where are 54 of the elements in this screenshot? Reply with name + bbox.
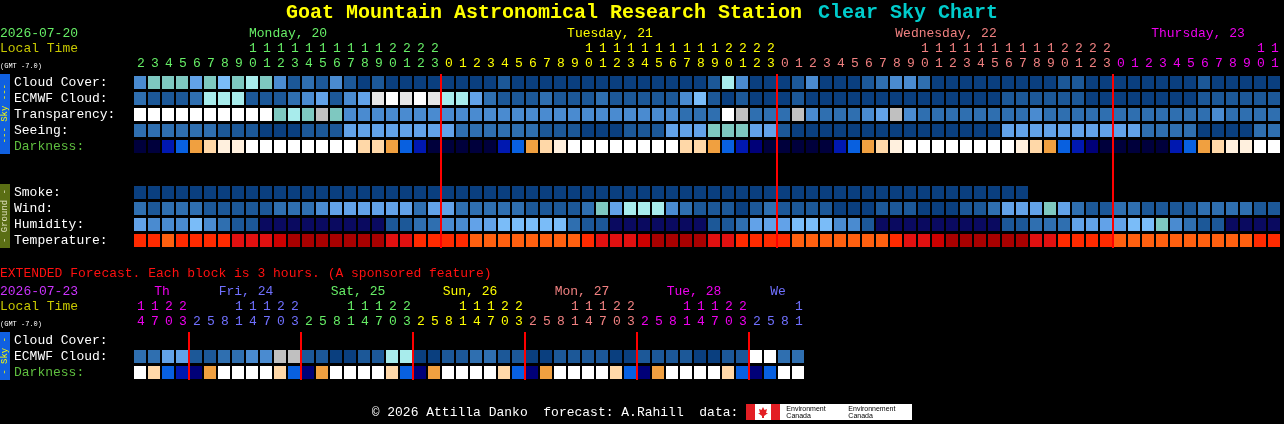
row-label: Transparency:: [14, 106, 117, 122]
row-label: Darkness:: [14, 364, 86, 380]
hour-tens: 11122: [683, 299, 753, 314]
row-label: Humidity:: [14, 216, 86, 232]
day-label: Thursday, 23: [1151, 26, 1245, 41]
day-label: Tue, 28: [666, 284, 722, 299]
station-title: Goat Mountain Astronomical Research Station: [285, 0, 803, 26]
day-label: Sun, 26: [442, 284, 498, 299]
row-label: ECMWF Cloud:: [14, 90, 109, 106]
row-label: Cloud Cover:: [14, 74, 109, 90]
hour-tens: 11111111112222: [585, 41, 782, 56]
chart-title: Clear Sky Chart: [818, 0, 999, 26]
row-label: Darkness:: [14, 138, 86, 154]
forecast-date: 2026-07-20: [0, 26, 79, 41]
hour-ones: 2581: [753, 314, 809, 329]
row-label: Seeing:: [14, 122, 70, 138]
flag-icon: [746, 404, 781, 420]
row-label: ECMWF Cloud:: [14, 348, 109, 364]
day-label: We: [770, 284, 786, 299]
local-time-label: Local Time: [0, 299, 79, 314]
hour-tens: 11122: [459, 299, 529, 314]
hour-ones: 012345678901: [1117, 56, 1284, 71]
hour-ones: 25814703: [305, 314, 417, 329]
day-label: Th: [154, 284, 170, 299]
day-label: Fri, 24: [218, 284, 274, 299]
hour-tens: 11122: [235, 299, 305, 314]
hour-tens: 11122: [571, 299, 641, 314]
day-label: Tuesday, 21: [567, 26, 653, 41]
local-time-label: Local Time: [0, 41, 79, 56]
hour-tens: 11111111112222: [249, 41, 446, 56]
row-label: Cloud Cover:: [14, 332, 109, 348]
hour-ones: 25814703: [529, 314, 641, 329]
hour-ones: 25814703: [417, 314, 529, 329]
hour-ones: 012345678901234567890123: [445, 56, 782, 71]
hour-tens: 11111111112222: [921, 41, 1118, 56]
hour-ones: 25814703: [641, 314, 753, 329]
hour-ones: 4703: [137, 314, 193, 329]
day-label: Monday, 20: [249, 26, 327, 41]
row-label: Smoke:: [14, 184, 62, 200]
day-label: Mon, 27: [554, 284, 610, 299]
row-label: Temperature:: [14, 232, 109, 248]
hour-ones: 25814703: [193, 314, 305, 329]
footer-credit: © 2026 Attilla Danko forecast: A.Rahill data:: [371, 404, 739, 420]
hour-tens: 1: [795, 299, 809, 314]
hour-tens: 11: [1257, 41, 1284, 56]
extended-heading: EXTENDED Forecast. Each block is 3 hours. (A sponsored feature): [0, 266, 493, 282]
hour-ones: 2345678901234567890123: [137, 56, 446, 71]
day-label: Wednesday, 22: [895, 26, 997, 41]
row-label: Wind:: [14, 200, 54, 216]
hour-tens: 11122: [347, 299, 417, 314]
hour-ones: 012345678901234567890123: [781, 56, 1118, 71]
day-label: Sat, 25: [330, 284, 386, 299]
hour-tens: 1122: [137, 299, 193, 314]
forecast-date: 2026-07-23: [0, 284, 79, 299]
